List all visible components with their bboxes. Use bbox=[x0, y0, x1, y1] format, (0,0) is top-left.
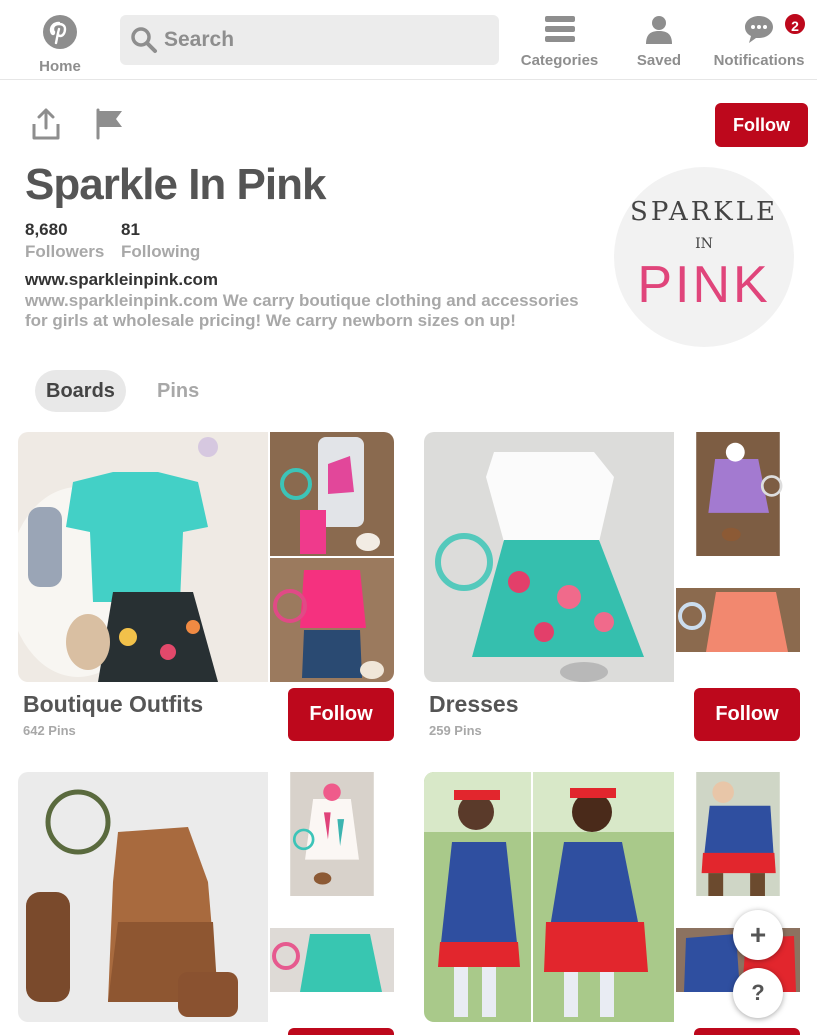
top-nav: Home Categories Saved 2 Notificati bbox=[0, 0, 817, 80]
nav-home-label: Home bbox=[39, 58, 81, 75]
nav-categories-label: Categories bbox=[520, 52, 599, 69]
add-pin-button[interactable]: + bbox=[733, 910, 783, 960]
nav-home[interactable]: Home bbox=[30, 14, 90, 75]
board-follow-button[interactable] bbox=[288, 1028, 394, 1035]
avatar-logo-line-3: PINK bbox=[637, 256, 771, 314]
following-stat[interactable]: 81 Following bbox=[121, 220, 200, 262]
board-cover-main-image bbox=[424, 772, 674, 1022]
board-cover-thumb-2 bbox=[270, 558, 394, 682]
board-cover-thumb-1 bbox=[290, 772, 374, 896]
share-icon bbox=[32, 108, 60, 140]
profile-name: Sparkle In Pink bbox=[25, 160, 326, 209]
board-cover-thumb-1 bbox=[270, 432, 394, 556]
board-cover-main-image bbox=[424, 432, 674, 682]
board-cover[interactable] bbox=[18, 432, 394, 682]
nav-saved-label: Saved bbox=[636, 52, 682, 69]
search-icon bbox=[131, 27, 157, 53]
following-count: 81 bbox=[121, 220, 140, 239]
avatar-logo-line-2: IN bbox=[695, 236, 713, 252]
nav-categories[interactable]: Categories bbox=[512, 14, 607, 69]
board-cover-main-image bbox=[18, 432, 268, 682]
flag-icon bbox=[96, 108, 122, 140]
search-input[interactable] bbox=[164, 15, 484, 65]
menu-icon bbox=[544, 16, 575, 42]
board-cover-thumb-1 bbox=[696, 432, 783, 556]
search-bar[interactable] bbox=[120, 15, 499, 65]
pinterest-logo-icon bbox=[43, 15, 77, 49]
board-cover[interactable] bbox=[18, 772, 394, 1022]
board-follow-button[interactable]: Follow bbox=[288, 688, 394, 741]
tab-boards[interactable]: Boards bbox=[35, 370, 126, 412]
avatar-logo-line-1: SPARKLE bbox=[630, 197, 778, 227]
nav-notifications-label: Notifications bbox=[713, 52, 805, 69]
user-icon bbox=[646, 16, 672, 44]
notification-badge: 2 bbox=[783, 12, 807, 36]
board-follow-button[interactable]: Follow bbox=[694, 688, 800, 741]
nav-saved[interactable]: Saved bbox=[628, 14, 690, 69]
board-cover-thumb-1 bbox=[696, 772, 780, 896]
followers-label: Followers bbox=[25, 242, 105, 261]
board-cover-thumb-2 bbox=[676, 588, 800, 652]
tab-pins[interactable]: Pins bbox=[146, 370, 210, 412]
board-cover[interactable] bbox=[424, 432, 800, 682]
speech-bubble-icon bbox=[745, 16, 773, 43]
help-button[interactable]: ? bbox=[733, 968, 783, 1018]
following-label: Following bbox=[121, 242, 201, 261]
board-cover-thumb-2 bbox=[270, 928, 394, 992]
board-title[interactable]: Boutique Outfits bbox=[23, 691, 203, 718]
share-button[interactable] bbox=[28, 106, 64, 142]
follow-profile-button[interactable]: Follow bbox=[715, 103, 808, 147]
nav-notifications[interactable]: 2 Notifications bbox=[705, 12, 813, 69]
followers-count: 8,680 bbox=[25, 220, 68, 239]
profile-bio: www.sparkleinpink.com We carry boutique … bbox=[25, 291, 579, 330]
avatar: SPARKLE IN PINK bbox=[614, 167, 794, 347]
board-pin-count: 642 Pins bbox=[23, 723, 76, 738]
website-link[interactable]: www.sparkleinpink.com bbox=[25, 270, 218, 290]
followers-stat[interactable]: 8,680 Followers bbox=[25, 220, 104, 262]
board-follow-button[interactable] bbox=[694, 1028, 800, 1035]
board-pin-count: 259 Pins bbox=[429, 723, 482, 738]
report-button[interactable] bbox=[92, 106, 128, 142]
board-cover-main-image bbox=[18, 772, 268, 1022]
board-title[interactable]: Dresses bbox=[429, 691, 519, 718]
